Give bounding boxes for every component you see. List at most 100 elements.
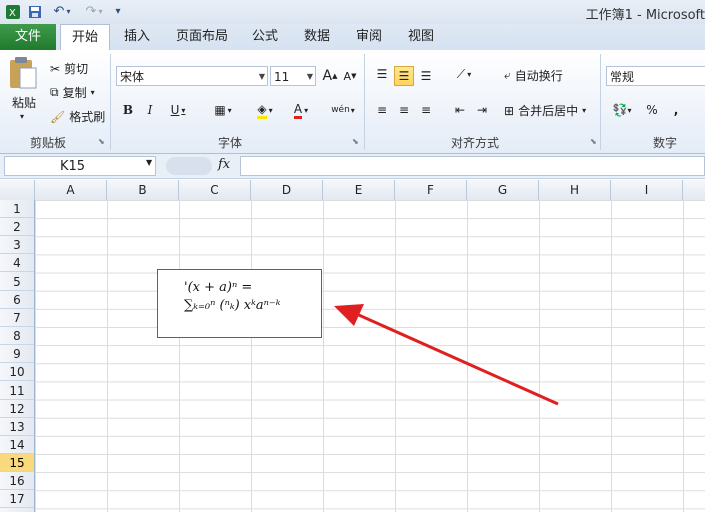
- bold-button[interactable]: B: [118, 100, 138, 120]
- font-launcher-icon[interactable]: ⬊: [352, 137, 359, 146]
- row-header[interactable]: 17: [0, 490, 34, 509]
- format-painter-label: 格式刷: [69, 110, 106, 124]
- row-header[interactable]: 3: [0, 236, 34, 255]
- formula-input[interactable]: [240, 156, 705, 176]
- fill-color-button[interactable]: ◈ ▾: [250, 100, 280, 120]
- paste-button[interactable]: [8, 56, 38, 92]
- merge-center-button[interactable]: ⊞ 合并后居中 ▾: [504, 102, 586, 119]
- column-header[interactable]: D: [251, 180, 323, 200]
- row-header[interactable]: 6: [0, 291, 34, 309]
- column-header[interactable]: A: [35, 180, 107, 200]
- insert-function-icon[interactable]: fx: [218, 157, 230, 172]
- column-header[interactable]: G: [467, 180, 539, 200]
- row-header[interactable]: 8: [0, 327, 34, 346]
- window-title: 工作簿1 - Microsoft: [585, 8, 705, 23]
- align-left-button[interactable]: ≡: [372, 100, 392, 120]
- redo-icon[interactable]: ↷ ▾: [80, 3, 108, 20]
- align-bottom-button[interactable]: ☰: [416, 66, 436, 86]
- row-header[interactable]: 13: [0, 418, 34, 436]
- merge-icon: ⊞: [504, 103, 515, 118]
- row-header[interactable]: 9: [0, 345, 34, 364]
- row-header-bar: 1 2 3 4 5 6 7 8 9 10 11 12 13 14 15 16 1…: [0, 200, 35, 512]
- row-header[interactable]: 5: [0, 273, 34, 291]
- row-header-selected[interactable]: 15: [0, 454, 34, 473]
- row-header[interactable]: 2: [0, 218, 34, 237]
- percent-button[interactable]: %: [642, 100, 662, 120]
- merge-center-label: 合并后居中: [518, 104, 579, 118]
- align-top-button[interactable]: ☰: [372, 64, 392, 84]
- font-name-select[interactable]: 宋体 ▼: [116, 66, 268, 86]
- font-size-select[interactable]: 11 ▼: [270, 66, 316, 86]
- align-right-icon: ≡: [420, 103, 432, 117]
- row-header[interactable]: 16: [0, 472, 34, 491]
- group-divider: [600, 54, 601, 150]
- tab-data[interactable]: 数据: [300, 24, 334, 50]
- tab-review[interactable]: 审阅: [352, 24, 386, 50]
- alignment-group-label: 对齐方式: [450, 136, 499, 150]
- tab-page-layout[interactable]: 页面布局: [172, 24, 232, 50]
- equation-callout-box[interactable]: '(x + a)ⁿ = ∑ₖ₌₀ⁿ (ⁿₖ) xᵏaⁿ⁻ᵏ: [157, 269, 322, 338]
- chevron-down-icon: ▼: [258, 72, 265, 81]
- alignment-launcher-icon[interactable]: ⬊: [590, 137, 597, 146]
- increase-indent-button[interactable]: ⇥: [472, 100, 492, 120]
- column-header[interactable]: B: [107, 180, 179, 200]
- cut-button[interactable]: ✂ 剪切: [50, 60, 88, 77]
- tab-home[interactable]: 开始: [60, 24, 110, 52]
- copy-button[interactable]: ⧉ 复制 ▾: [50, 84, 95, 101]
- row-header[interactable]: 7: [0, 309, 34, 327]
- copy-dropdown-icon: ▾: [90, 88, 95, 97]
- phonetic-button[interactable]: wén ▾: [328, 100, 358, 120]
- underline-button[interactable]: U ▾: [164, 100, 192, 120]
- chevron-down-icon: ▼: [306, 72, 313, 81]
- name-box-dropdown-icon[interactable]: ▼: [146, 158, 152, 167]
- save-icon[interactable]: [26, 3, 44, 20]
- group-divider: [110, 54, 111, 150]
- borders-button[interactable]: ▦ ▾: [208, 100, 238, 120]
- tab-view[interactable]: 视图: [404, 24, 438, 50]
- excel-logo-icon[interactable]: X: [4, 3, 22, 20]
- wrap-text-button[interactable]: ⤶ 自动换行: [504, 67, 563, 84]
- decrease-indent-button[interactable]: ⇤: [450, 100, 470, 120]
- font-color-button[interactable]: A ▾: [286, 100, 316, 120]
- number-format-value: 常规: [610, 70, 635, 84]
- align-bottom-icon: ☰: [420, 69, 432, 83]
- comma-button[interactable]: ,: [666, 100, 686, 120]
- wrap-text-icon: ⤶: [504, 68, 511, 82]
- column-header[interactable]: F: [395, 180, 467, 200]
- align-middle-button[interactable]: ☰: [394, 66, 414, 86]
- paste-label[interactable]: 粘贴: [12, 94, 36, 111]
- row-header[interactable]: 14: [0, 436, 34, 454]
- number-format-select[interactable]: 常规: [606, 66, 705, 86]
- row-header[interactable]: 10: [0, 363, 34, 382]
- align-right-button[interactable]: ≡: [416, 100, 436, 120]
- column-header[interactable]: I: [611, 180, 683, 200]
- align-top-icon: ☰: [376, 67, 388, 81]
- row-header[interactable]: 12: [0, 400, 34, 418]
- customize-toolbar-icon[interactable]: ▾: [112, 3, 124, 20]
- decrease-indent-icon: ⇤: [454, 103, 466, 117]
- row-header[interactable]: 4: [0, 254, 34, 273]
- align-center-button[interactable]: ≡: [394, 100, 414, 120]
- tab-file[interactable]: 文件: [0, 24, 56, 50]
- row-header[interactable]: 11: [0, 382, 34, 400]
- format-painter-button[interactable]: 🖌 格式刷: [50, 108, 105, 125]
- orientation-button[interactable]: ⟋ ▾: [450, 64, 478, 84]
- paste-dropdown-icon[interactable]: ▾: [20, 112, 24, 121]
- formula-bar: K15 ▼ fx: [0, 154, 705, 179]
- brush-icon: 🖌: [50, 109, 66, 124]
- formula-bar-splitter[interactable]: [166, 157, 212, 175]
- shrink-font-button[interactable]: A ▼: [340, 66, 360, 86]
- clipboard-launcher-icon[interactable]: ⬊: [98, 137, 105, 146]
- undo-icon[interactable]: ↶ ▾: [48, 3, 76, 20]
- name-box[interactable]: K15: [4, 156, 156, 176]
- select-all-button[interactable]: [0, 180, 35, 200]
- column-header[interactable]: C: [179, 180, 251, 200]
- italic-button[interactable]: I: [140, 100, 160, 120]
- tab-formulas[interactable]: 公式: [248, 24, 282, 50]
- accounting-format-button[interactable]: 💱 ▾: [608, 100, 636, 120]
- row-header[interactable]: 1: [0, 200, 34, 218]
- column-header[interactable]: H: [539, 180, 611, 200]
- grow-font-button[interactable]: A ▲: [320, 66, 340, 86]
- tab-insert[interactable]: 插入: [120, 24, 154, 50]
- column-header[interactable]: E: [323, 180, 395, 200]
